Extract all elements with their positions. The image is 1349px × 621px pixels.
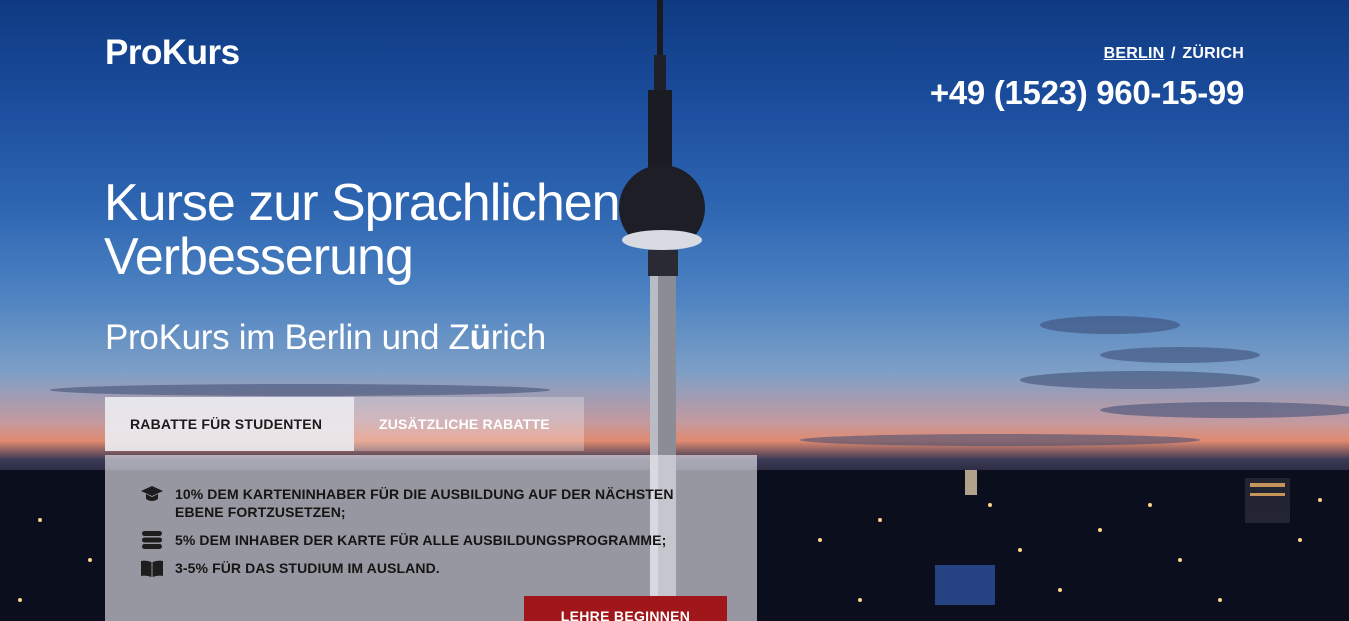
hero-subtitle-prefix: ProKurs im Berlin und Z [105,318,470,357]
discount-tabs: RABATTE FÜR STUDENTEN ZUSÄTZLICHE RABATT… [105,397,584,451]
discount-list: 10% DEM KARTENINHABER FÜR DIE AUSBILDUNG… [140,485,710,587]
phone-number[interactable]: +49 (1523) 960-15-99 [930,74,1244,112]
graduation-cap-icon [140,485,164,503]
hero-subtitle-highlight: ü [469,318,491,357]
tab-student-discounts[interactable]: RABATTE FÜR STUDENTEN [105,397,354,451]
list-item: 10% DEM KARTENINHABER FÜR DIE AUSBILDUNG… [140,485,710,521]
database-stack-icon [140,531,164,549]
list-item: 3-5% FÜR DAS STUDIUM IM AUSLAND. [140,559,710,577]
start-learning-button[interactable]: LEHRE BEGINNEN [524,596,727,621]
discount-text: 3-5% FÜR DAS STUDIUM IM AUSLAND. [175,560,440,576]
city-switch: BERLIN / ZÜRICH [1104,45,1244,63]
hero-subtitle-suffix: rich [490,318,547,357]
tab-additional-discounts[interactable]: ZUSÄTZLICHE RABATTE [354,397,584,451]
list-item: 5% DEM INHABER DER KARTE FÜR ALLE AUSBIL… [140,531,710,549]
brand-logo[interactable]: ProKurs [105,33,240,73]
city-link-zurich[interactable]: ZÜRICH [1182,45,1244,62]
discount-text: 5% DEM INHABER DER KARTE FÜR ALLE AUSBIL… [175,532,667,548]
city-link-berlin[interactable]: BERLIN [1104,45,1165,62]
hero-title: Kurse zur Sprachlichen Verbesserung [104,174,621,286]
discount-text: 10% DEM KARTENINHABER FÜR DIE AUSBILDUNG… [175,486,674,520]
city-separator: / [1171,45,1176,62]
open-book-icon [140,559,164,577]
hero-subtitle: ProKurs im Berlin und Zürich [105,318,546,358]
discount-panel: 10% DEM KARTENINHABER FÜR DIE AUSBILDUNG… [105,455,757,621]
